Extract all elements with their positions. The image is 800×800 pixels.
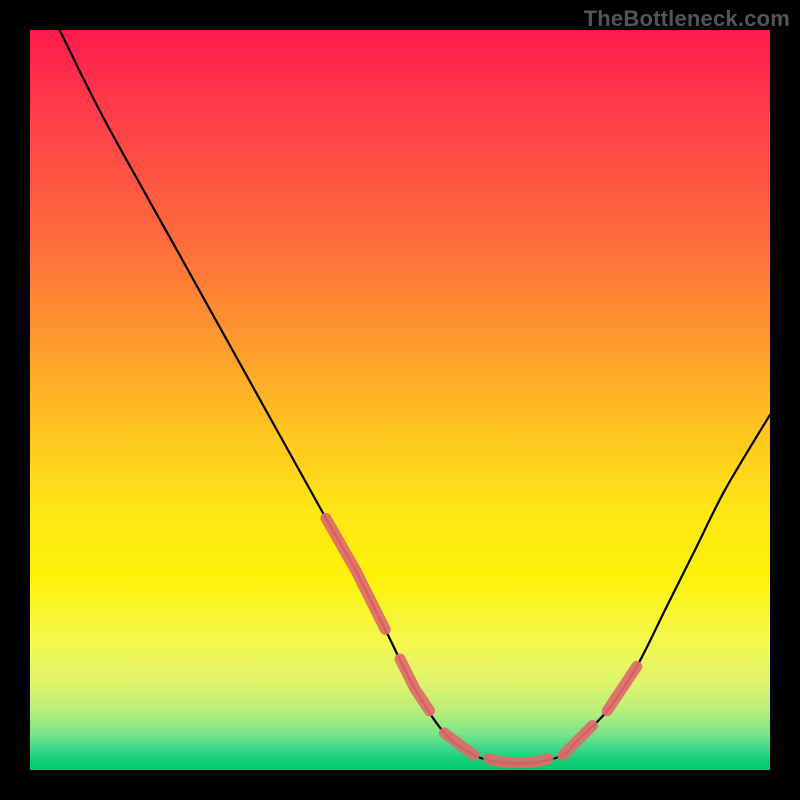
chart-frame: TheBottleneck.com [0,0,800,800]
curve-svg [30,30,770,770]
plot-area [30,30,770,770]
highlight-segment [489,759,548,763]
highlight-segment [326,518,385,629]
bottleneck-curve [60,30,770,764]
highlight-segment [607,666,637,710]
highlight-segment [444,733,474,755]
highlight-segment [563,726,593,756]
highlight-segments [326,518,637,762]
highlight-segment [400,659,430,711]
watermark-text: TheBottleneck.com [584,6,790,32]
